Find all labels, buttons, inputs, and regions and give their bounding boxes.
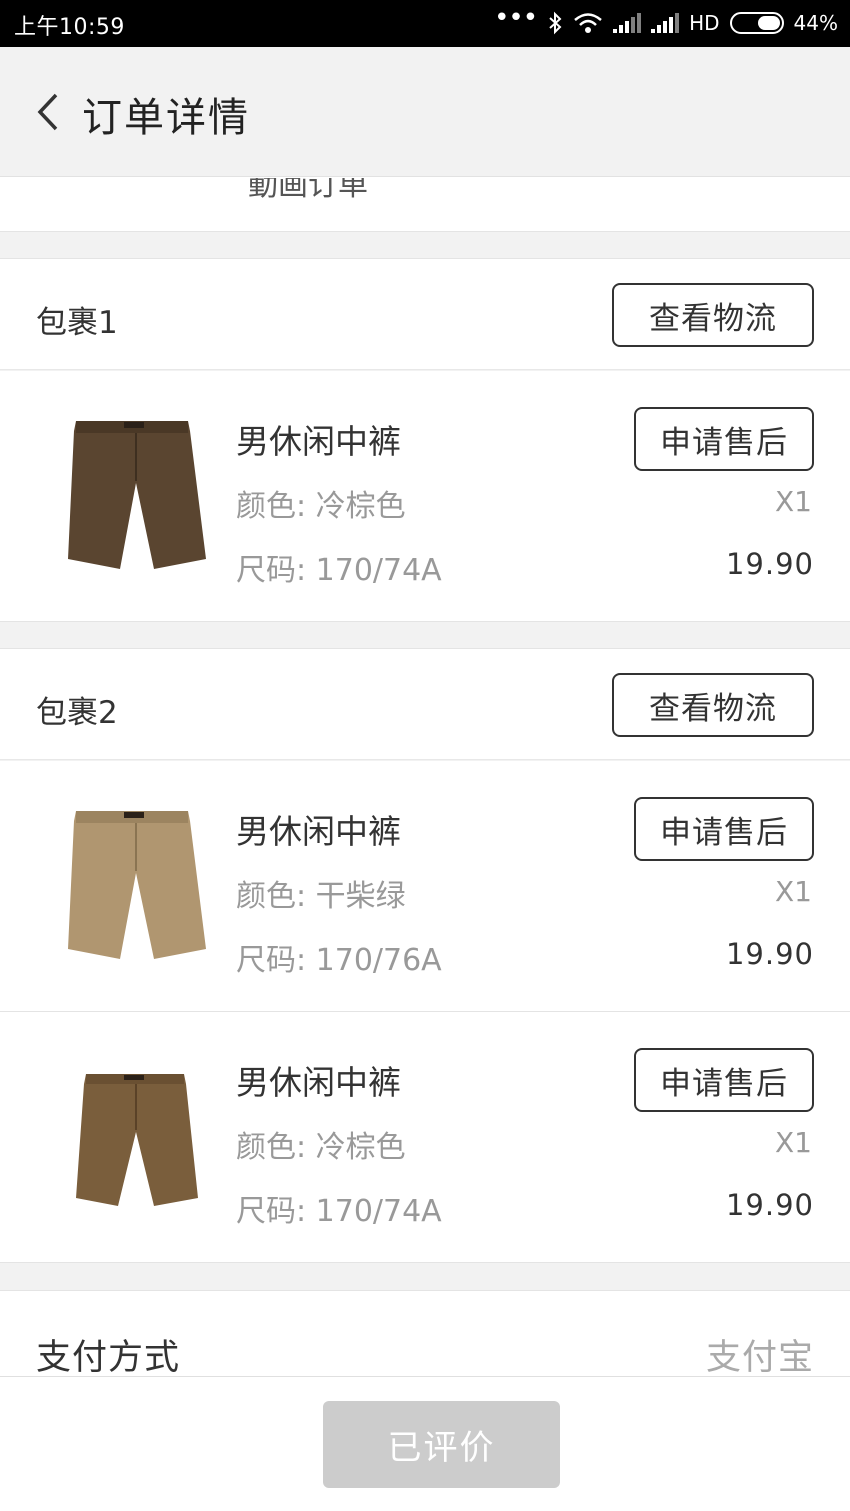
- wifi-icon: [574, 13, 602, 33]
- product-color: 颜色: 冷棕色: [236, 1130, 406, 1165]
- reviewed-button[interactable]: 已评价: [323, 1401, 560, 1488]
- product-item[interactable]: 男休闲中裤 颜色: 冷棕色 尺码: 170/74A 申请售后 X1 19.90: [0, 1012, 850, 1263]
- network-type: HD: [689, 11, 720, 35]
- payment-method-label: 支付方式: [36, 1338, 181, 1376]
- chevron-left-icon[interactable]: [30, 87, 70, 137]
- product-item[interactable]: 男休闲中裤 颜色: 干柴绿 尺码: 170/76A 申请售后 X1 19.90: [0, 761, 850, 1012]
- product-color: 颜色: 干柴绿: [236, 879, 406, 914]
- product-quantity: X1: [775, 1126, 812, 1159]
- package-title: 包裹1: [36, 305, 118, 341]
- battery-icon: [729, 12, 784, 34]
- view-logistics-button[interactable]: 查看物流: [612, 673, 814, 737]
- product-name: 男休闲中裤: [236, 1063, 401, 1102]
- battery-percent: 44%: [793, 11, 838, 35]
- payment-method-row: 支付方式 支付宝: [0, 1290, 850, 1376]
- shorts-image: [68, 811, 206, 959]
- package-title: 包裹2: [36, 695, 118, 731]
- product-price: 19.90: [725, 1188, 814, 1222]
- product-size: 尺码: 170/74A: [236, 1194, 442, 1229]
- order-info-partial-text: 動画订单: [248, 178, 368, 203]
- product-size: 尺码: 170/74A: [236, 553, 442, 588]
- status-bar: 上午10:59 ••• HD 44%: [0, 0, 850, 47]
- signal-icon: [651, 13, 680, 33]
- product-color: 颜色: 冷棕色: [236, 489, 406, 524]
- product-size: 尺码: 170/76A: [236, 943, 442, 978]
- apply-after-sale-button[interactable]: 申请售后: [634, 1048, 814, 1112]
- package-header: 包裹2 查看物流: [0, 648, 850, 760]
- payment-method-value: 支付宝: [705, 1338, 814, 1376]
- product-item[interactable]: 男休闲中裤 颜色: 冷棕色 尺码: 170/74A 申请售后 X1 19.90: [0, 371, 850, 622]
- signal-icon: [613, 13, 642, 33]
- nav-bar: 订单详情: [0, 47, 850, 177]
- view-logistics-button[interactable]: 查看物流: [612, 283, 814, 347]
- package-header: 包裹1 查看物流: [0, 258, 850, 370]
- shorts-image: [68, 421, 206, 569]
- product-quantity: X1: [775, 875, 812, 908]
- shorts-image: [74, 1066, 198, 1216]
- bottom-action-bar: 已评价: [0, 1376, 850, 1511]
- status-icons: ••• HD 44%: [494, 3, 838, 38]
- order-info-row: 動画订单: [0, 178, 850, 232]
- apply-after-sale-button[interactable]: 申请售后: [634, 797, 814, 861]
- more-dots-icon: •••: [494, 3, 538, 33]
- product-quantity: X1: [775, 485, 812, 518]
- page-title: 订单详情: [82, 95, 250, 141]
- product-price: 19.90: [725, 937, 814, 971]
- product-name: 男休闲中裤: [236, 812, 401, 851]
- apply-after-sale-button[interactable]: 申请售后: [634, 407, 814, 471]
- order-detail-content[interactable]: 動画订单 包裹1 查看物流 男休闲中裤 颜色: 冷棕色 尺码: 170/74A …: [0, 178, 850, 1376]
- status-time: 上午10:59: [14, 15, 125, 40]
- product-price: 19.90: [725, 547, 814, 581]
- product-name: 男休闲中裤: [236, 422, 401, 461]
- bluetooth-icon: [549, 11, 562, 35]
